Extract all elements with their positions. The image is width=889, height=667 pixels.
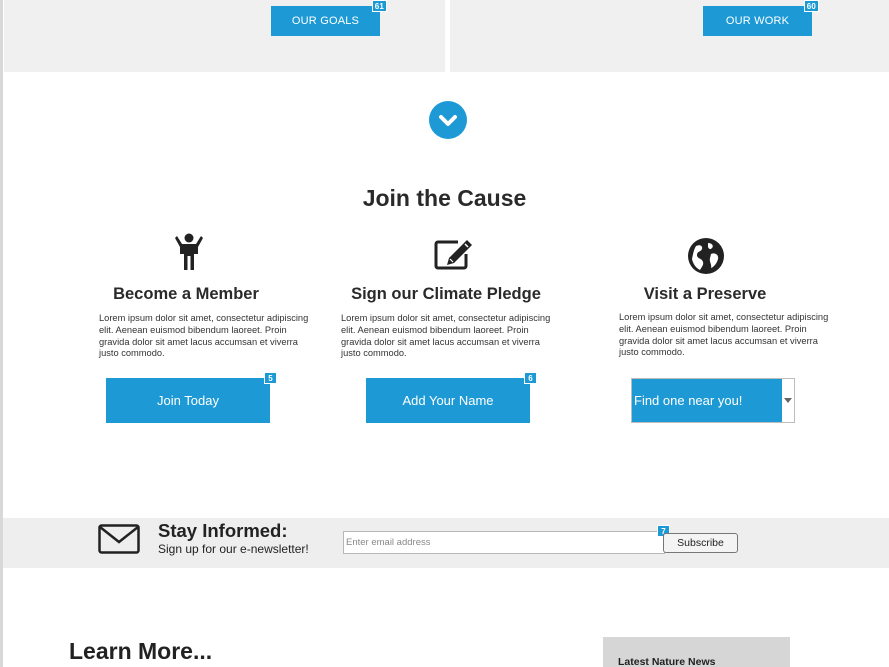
subscribe-button[interactable]: Subscribe	[663, 533, 738, 553]
our-goals-label: OUR GOALS	[291, 15, 360, 27]
our-goals-button[interactable]: OUR GOALS 61	[271, 0, 387, 36]
hint-badge: 61	[371, 0, 387, 12]
work-panel: OUR WORK 60	[450, 0, 889, 72]
add-your-name-label: Add Your Name	[402, 393, 494, 408]
learn-more-title: Learn More...	[69, 638, 213, 664]
newsletter-title: Stay Informed:	[158, 520, 288, 541]
join-today-label: Join Today	[157, 393, 219, 408]
latest-news-title: Latest Nature News	[618, 656, 716, 667]
scroll-down-button[interactable]	[429, 101, 467, 139]
latest-news-panel: Latest Nature News	[603, 637, 790, 667]
section-title: Join the Cause	[362, 185, 527, 211]
member-description: Lorem ipsum dolor sit amet, consectetur …	[99, 313, 309, 359]
email-input[interactable]	[343, 531, 665, 554]
globe-icon	[687, 237, 725, 280]
hint-badge: 5	[264, 372, 277, 384]
person-icon	[174, 233, 204, 276]
preserve-description: Lorem ipsum dolor sit amet, consectetur …	[619, 312, 829, 358]
our-work-label: OUR WORK	[725, 15, 790, 27]
find-preserve-value: Find one near you!	[632, 379, 782, 422]
dropdown-arrow-icon	[784, 398, 792, 403]
goals-panel: OUR GOALS 61	[4, 0, 445, 72]
hint-badge: 60	[803, 0, 819, 12]
chevron-down-icon	[439, 115, 457, 126]
our-work-button[interactable]: OUR WORK 60	[703, 0, 819, 36]
find-preserve-select[interactable]: Find one near you!	[631, 378, 795, 423]
add-your-name-button[interactable]: Add Your Name 6	[366, 372, 537, 423]
pledge-description: Lorem ipsum dolor sit amet, consectetur …	[341, 313, 551, 359]
envelope-icon	[98, 524, 140, 559]
join-today-button[interactable]: Join Today 5	[106, 372, 277, 423]
member-title: Become a Member	[113, 285, 259, 303]
preserve-title: Visit a Preserve	[643, 285, 767, 303]
pledge-title: Sign our Climate Pledge	[351, 285, 541, 303]
edit-pencil-icon	[434, 238, 474, 275]
newsletter-subtitle: Sign up for our e-newsletter!	[158, 542, 309, 556]
hint-badge: 6	[524, 372, 537, 384]
